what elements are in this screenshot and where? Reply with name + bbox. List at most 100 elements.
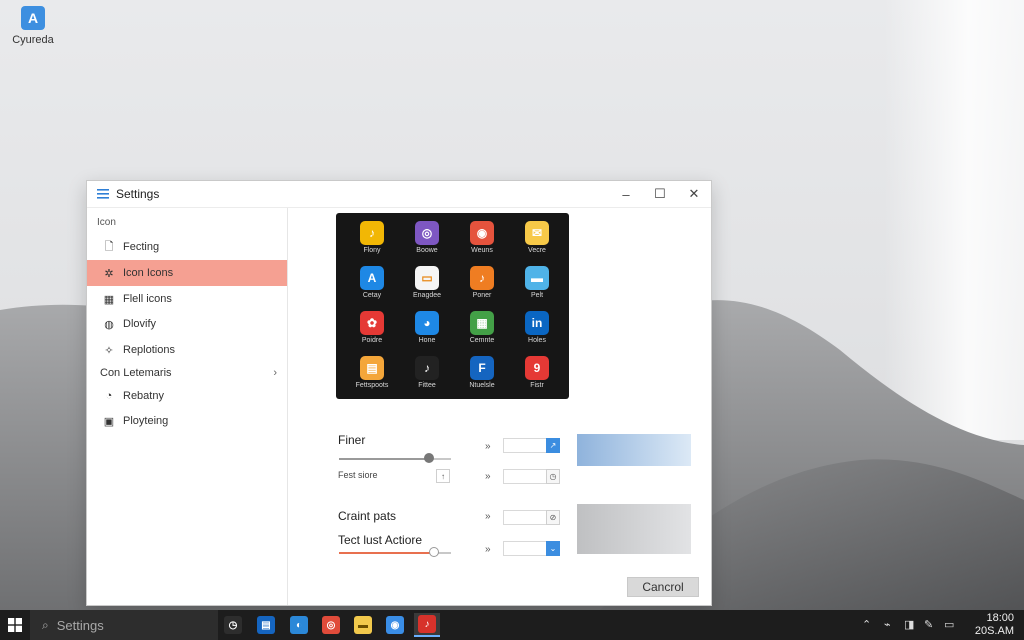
image-icon: ▣ bbox=[103, 415, 115, 428]
network-icon[interactable]: ⌁ bbox=[884, 618, 891, 631]
edge-app-icon[interactable]: ◐ bbox=[286, 613, 312, 637]
start-button[interactable] bbox=[0, 610, 30, 640]
text-action-field[interactable]: ⌄ bbox=[503, 541, 560, 556]
icon-preview-panel: ♪ Flony ◎ Boowe ◉ Weuns ✉ Vecre A Cetay ▭ Enagdee ♪ P… bbox=[336, 213, 569, 399]
desktop-icon-label: Cyureda bbox=[12, 34, 54, 46]
text-action-dropdown-button[interactable]: ⌄ bbox=[546, 541, 560, 556]
app-tile[interactable]: ✉ Vecre bbox=[509, 221, 565, 254]
clock-time: 18:00 bbox=[986, 612, 1014, 624]
finer-field-button[interactable]: ↗ bbox=[546, 438, 560, 453]
app-tile[interactable]: ♪ Poner bbox=[454, 266, 510, 299]
sidebar-item-fecting[interactable]: 🗋 Fecting bbox=[87, 234, 287, 260]
font-size-field-button[interactable]: ◷ bbox=[546, 469, 560, 484]
app-tile[interactable]: ◎ Boowe bbox=[399, 221, 455, 254]
app-glyph: ♪ bbox=[418, 615, 436, 633]
app-tile-icon: in bbox=[525, 311, 549, 335]
sidebar-item-icon-icons[interactable]: ✲ Icon Icons bbox=[87, 260, 287, 286]
app-tile-label: Boowe bbox=[416, 247, 438, 254]
app-tile[interactable]: ✿ Poidre bbox=[344, 311, 400, 344]
app-tile-icon: ◉ bbox=[470, 221, 494, 245]
app-tile-label: Holes bbox=[528, 337, 546, 344]
keyboard-icon[interactable]: ▭ bbox=[944, 618, 954, 631]
search-icon: ⌕ bbox=[42, 617, 49, 632]
app-tile-label: Flony bbox=[363, 247, 381, 254]
app-tile[interactable]: 9 Fistr bbox=[509, 356, 565, 389]
sidebar-item-label: Flell icons bbox=[123, 293, 172, 305]
app-tile-label: Ntuelsle bbox=[469, 382, 495, 389]
volume-icon[interactable]: ◨ bbox=[904, 618, 914, 631]
app-tile-icon: 9 bbox=[525, 356, 549, 380]
app-tile[interactable]: ♪ Fittee bbox=[399, 356, 455, 389]
app-tile-label: Hone bbox=[418, 337, 436, 344]
browser-app-icon[interactable]: ◉ bbox=[382, 613, 408, 637]
font-size-label: Fest siore bbox=[338, 470, 378, 480]
font-size-button[interactable]: ↑ bbox=[436, 469, 450, 483]
sidebar-item-label: Ployteing bbox=[123, 415, 169, 427]
sidebar-item-flell-icons[interactable]: ▦ Flell icons bbox=[87, 286, 287, 312]
app-glyph: ▤ bbox=[257, 616, 275, 634]
finer-field[interactable]: ↗ bbox=[503, 438, 560, 453]
app-tile-icon: ▦ bbox=[470, 311, 494, 335]
search-text: Settings bbox=[56, 617, 104, 633]
font-size-field[interactable]: ◷ bbox=[503, 469, 560, 484]
app-tile-icon: ▭ bbox=[415, 266, 439, 290]
app-tile-icon: ✿ bbox=[360, 311, 384, 335]
sidebar-group-label: Con Letemaris bbox=[100, 367, 172, 379]
close-button[interactable]: ✕ bbox=[677, 181, 711, 207]
app-tile[interactable]: in Holes bbox=[509, 311, 565, 344]
app-tile-label: Poidre bbox=[361, 337, 383, 344]
app-tile[interactable]: ▤ Fettspoots bbox=[344, 356, 400, 389]
sidebar-item-ployteing[interactable]: ▣ Ployteing bbox=[87, 408, 287, 434]
app-tile[interactable]: ◉ Weuns bbox=[454, 221, 510, 254]
finer-arrows: » bbox=[485, 441, 491, 452]
finer-slider-thumb[interactable] bbox=[424, 453, 434, 463]
globe-icon: ◍ bbox=[104, 318, 114, 331]
app-tile[interactable]: ▬ Pelt bbox=[509, 266, 565, 299]
text-action-label: Tect lust Actiore bbox=[338, 533, 423, 547]
desktop-icon[interactable]: A Cyureda bbox=[8, 6, 58, 46]
sidebar-item-label: Rebatny bbox=[123, 390, 164, 402]
hamburger-icon[interactable] bbox=[96, 189, 110, 199]
sidebar-item-label: Replotions bbox=[123, 344, 175, 356]
maximize-button[interactable]: ☐ bbox=[643, 181, 677, 207]
music-app-icon[interactable]: ♪ bbox=[414, 613, 440, 637]
text-action-arrows: » bbox=[485, 544, 491, 555]
app-tile-icon: ▤ bbox=[360, 356, 384, 380]
puzzle-icon: ✲ bbox=[104, 267, 114, 280]
folder-app-icon[interactable]: ▬ bbox=[350, 613, 376, 637]
text-action-slider-thumb[interactable] bbox=[429, 547, 439, 557]
clock-app-icon[interactable]: ◷ bbox=[220, 613, 246, 637]
clock-date: 20S.AM bbox=[974, 625, 1014, 637]
minimize-button[interactable]: – bbox=[609, 181, 643, 207]
crafting-field-button[interactable]: ⊘ bbox=[546, 510, 560, 525]
app-tile[interactable]: ♪ Flony bbox=[344, 221, 400, 254]
windows-app-icon[interactable]: ▤ bbox=[253, 613, 279, 637]
app-tile-label: Cetay bbox=[362, 292, 382, 299]
chrome-app-icon[interactable]: ◎ bbox=[318, 613, 344, 637]
pen-icon[interactable]: ✎ bbox=[924, 618, 933, 631]
sidebar-heading: Icon bbox=[97, 217, 116, 228]
app-tile[interactable]: F Ntuelsle bbox=[454, 356, 510, 389]
finer-label: Finer bbox=[338, 433, 366, 447]
chevron-right-icon: › bbox=[273, 367, 277, 379]
sidebar-item-rebatny[interactable]: ◔ Rebatny bbox=[87, 383, 287, 409]
sidebar-item-label: Fecting bbox=[123, 241, 160, 253]
sidebar-item-label: Icon Icons bbox=[123, 267, 174, 279]
taskbar-clock[interactable]: 18:00 20S.AM bbox=[975, 612, 1014, 638]
app-tile-icon: ♪ bbox=[415, 356, 439, 380]
taskbar-search[interactable]: ⌕ Settings bbox=[30, 610, 218, 640]
app-tile[interactable]: ▭ Enagdee bbox=[399, 266, 455, 299]
app-tile[interactable]: A Cetay bbox=[344, 266, 400, 299]
app-tile[interactable]: ◕ Hone bbox=[399, 311, 455, 344]
app-tile-label: Pelt bbox=[530, 292, 544, 299]
title-bar[interactable]: Settings – ☐ ✕ bbox=[87, 181, 711, 208]
app-tile-icon: ▬ bbox=[525, 266, 549, 290]
crafting-field[interactable]: ⊘ bbox=[503, 510, 560, 525]
app-glyph: ◎ bbox=[322, 616, 340, 634]
sidebar-item-dlovify[interactable]: ◍ Dlovify bbox=[87, 311, 287, 337]
app-tile[interactable]: ▦ Cemnte bbox=[454, 311, 510, 344]
taskbar: ⌕ Settings ◷ ▤ ◐ ◎ ▬ ◉ ♪ ⌃ ⌁ ◨ ✎ ▭ 18:00 20S.AM bbox=[0, 610, 1024, 640]
app-tile-icon: ♪ bbox=[360, 221, 384, 245]
chevron-up-icon[interactable]: ⌃ bbox=[862, 618, 871, 631]
cancel-button[interactable]: Cancrol bbox=[627, 577, 699, 597]
